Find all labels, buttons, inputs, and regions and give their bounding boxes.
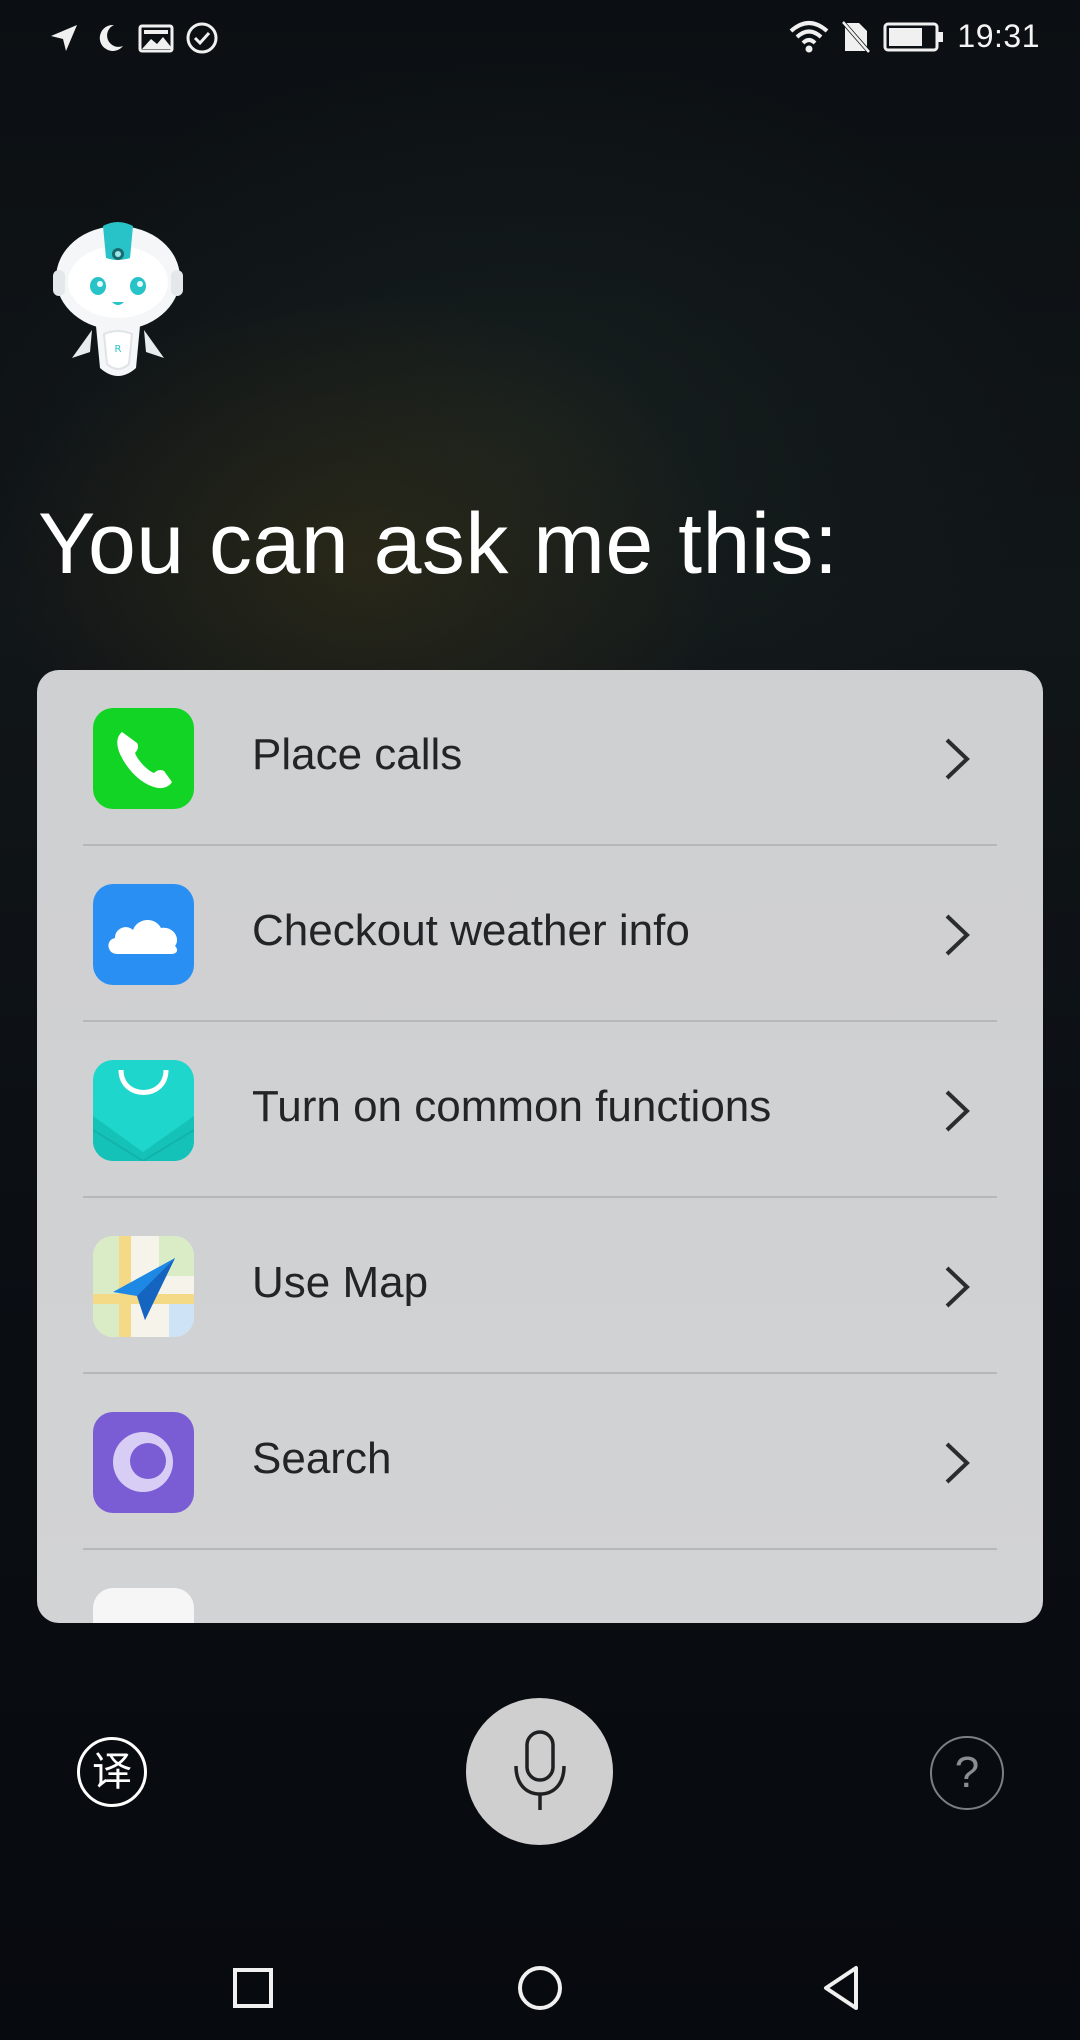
check-circle-icon <box>186 22 218 54</box>
home-button[interactable] <box>510 1958 570 2018</box>
suggestion-partial-item[interactable] <box>37 1550 1043 1623</box>
suggestion-use-map[interactable]: Use Map <box>37 1198 1043 1374</box>
suggestion-label: Checkout weather info <box>252 906 690 955</box>
assistant-screen: 19:31 R You can ask me this: Place calls… <box>0 0 1080 2040</box>
chevron-right-icon <box>945 1266 970 1308</box>
location-icon <box>51 25 77 51</box>
status-icons-left <box>46 20 220 56</box>
search-ring-icon <box>93 1412 194 1513</box>
suggestion-weather[interactable]: Checkout weather info <box>37 846 1043 1022</box>
map-icon <box>93 1236 194 1337</box>
status-icons-right: 19:31 <box>789 18 1040 55</box>
suggestion-label: Use Map <box>252 1258 429 1307</box>
suggestion-search[interactable]: Search <box>37 1374 1043 1550</box>
weather-cloud-icon <box>93 884 194 985</box>
status-bar: 19:31 <box>0 0 1080 76</box>
assistant-robot-avatar: R <box>53 222 183 376</box>
page-heading: You can ask me this: <box>38 496 839 592</box>
chevron-right-icon <box>945 914 970 956</box>
phone-icon <box>93 708 194 809</box>
navigation-bar <box>0 1920 1080 2040</box>
svg-text:R: R <box>115 344 122 355</box>
suggestion-label: Place calls <box>252 730 463 779</box>
battery-icon <box>883 22 944 51</box>
recents-button[interactable] <box>222 1958 282 2018</box>
gallery-icon <box>138 24 174 53</box>
moon-icon <box>99 24 123 51</box>
status-time: 19:31 <box>957 18 1040 54</box>
suggestion-label: Turn on common functions <box>252 1082 772 1131</box>
chevron-right-icon <box>945 1442 970 1484</box>
suggestion-label: Search <box>252 1434 392 1483</box>
help-button[interactable]: ? <box>930 1736 1004 1810</box>
back-button[interactable] <box>814 1958 874 2018</box>
microphone-icon <box>514 1730 566 1810</box>
suggestions-list: Place calls Checkout weather info Turn o… <box>37 670 1043 1623</box>
shopping-bag-icon <box>93 1060 194 1161</box>
voice-input-button[interactable] <box>466 1698 613 1845</box>
translate-button[interactable]: 译 <box>77 1737 147 1807</box>
app-icon <box>93 1588 194 1623</box>
suggestion-common-functions[interactable]: Turn on common functions <box>37 1022 1043 1198</box>
wifi-icon <box>790 20 829 52</box>
suggestion-place-calls[interactable]: Place calls <box>37 670 1043 846</box>
chevron-right-icon <box>945 1090 970 1132</box>
no-sim-icon <box>841 19 872 54</box>
chevron-right-icon <box>945 738 970 780</box>
